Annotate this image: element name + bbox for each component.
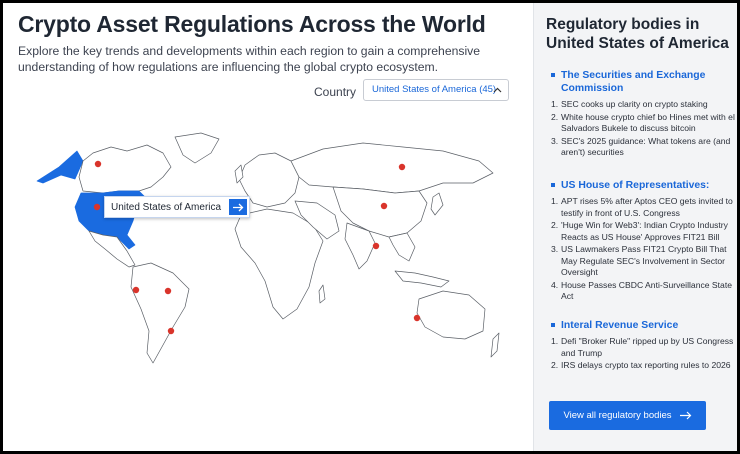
map-marker [93, 203, 101, 211]
section-heading[interactable]: Interal Revenue Service [551, 319, 737, 332]
map-marker [167, 327, 175, 335]
map-region-madagascar [318, 284, 326, 304]
section-sec: The Securities and Exchange Commission 1… [551, 69, 737, 160]
map-region-russia [290, 142, 494, 194]
chevron-up-icon [493, 80, 502, 108]
world-map[interactable] [23, 131, 503, 371]
map-region-africa [234, 208, 324, 320]
arrow-right-icon[interactable] [229, 199, 248, 215]
map-region-canada [78, 144, 172, 194]
map-marker [413, 314, 421, 322]
country-label: Country [314, 85, 357, 99]
map-region-southeast-asia [388, 232, 416, 262]
section-irs: Interal Revenue Service 1. Defi "Broker R… [551, 319, 737, 373]
page-title: Crypto Asset Regulations Across the Worl… [18, 11, 486, 37]
map-region-new-zealand [490, 332, 500, 358]
cta-label: View all regulatory bodies [563, 410, 672, 421]
panel-title: Regulatory bodies in United States of Am… [546, 16, 729, 52]
map-region-alaska [36, 150, 84, 184]
map-marker [372, 242, 380, 250]
arrow-right-icon [679, 409, 692, 423]
bullet-icon [551, 73, 555, 77]
bullet-icon [551, 183, 555, 187]
map-marker [164, 287, 172, 295]
list-item[interactable]: 2. 'Huge Win for Web3': Indian Crypto Ind… [551, 220, 737, 243]
map-tooltip[interactable]: United States of America [104, 196, 251, 218]
app-frame: Crypto Asset Regulations Across the Worl… [3, 3, 737, 451]
regulatory-panel: Regulatory bodies in United States of Am… [534, 3, 737, 451]
list-item[interactable]: 3. SEC's 2025 guidance: What tokens are (… [551, 136, 737, 159]
section-heading[interactable]: US House of Representatives: [551, 179, 737, 192]
map-marker [132, 286, 140, 294]
map-marker [94, 160, 102, 168]
list-item[interactable]: 2. White house crypto chief bo Hines met … [551, 112, 737, 135]
list-item[interactable]: 3. US Lawmakers Pass FIT21 Crypto Bill Th… [551, 244, 737, 279]
map-region-japan [430, 192, 444, 216]
main-area: Crypto Asset Regulations Across the Worl… [3, 3, 533, 451]
map-tooltip-label: United States of America [111, 201, 222, 213]
list-item[interactable]: 1. SEC cooks up clarity on crypto staking [551, 99, 737, 111]
list-item[interactable]: 1. APT rises 5% after Aptos CEO gets invi… [551, 196, 737, 219]
list-item[interactable]: 2. IRS delays crypto tax reporting rules … [551, 360, 737, 372]
page-subtitle: Explore the key trends and developments … [18, 44, 481, 74]
map-marker [398, 163, 406, 171]
section-us-house: US House of Representatives: 1. APT rises… [551, 179, 737, 304]
map-region-australia [416, 290, 486, 340]
country-select-value: United States of America (45) [372, 84, 497, 95]
bullet-icon [551, 323, 555, 327]
map-region-greenland [174, 132, 220, 164]
list-item[interactable]: 1. Defi "Broker Rule" ripped up by US Con… [551, 336, 737, 359]
map-region-south-america [130, 262, 190, 364]
section-heading[interactable]: The Securities and Exchange Commission [551, 69, 737, 95]
view-all-regulatory-bodies-button[interactable]: View all regulatory bodies [549, 401, 706, 430]
country-select[interactable]: United States of America (45) [363, 79, 509, 101]
list-item[interactable]: 4. House Passes CBDC Anti-Surveillance St… [551, 280, 737, 303]
map-marker [380, 202, 388, 210]
map-region-indonesia [394, 270, 450, 288]
